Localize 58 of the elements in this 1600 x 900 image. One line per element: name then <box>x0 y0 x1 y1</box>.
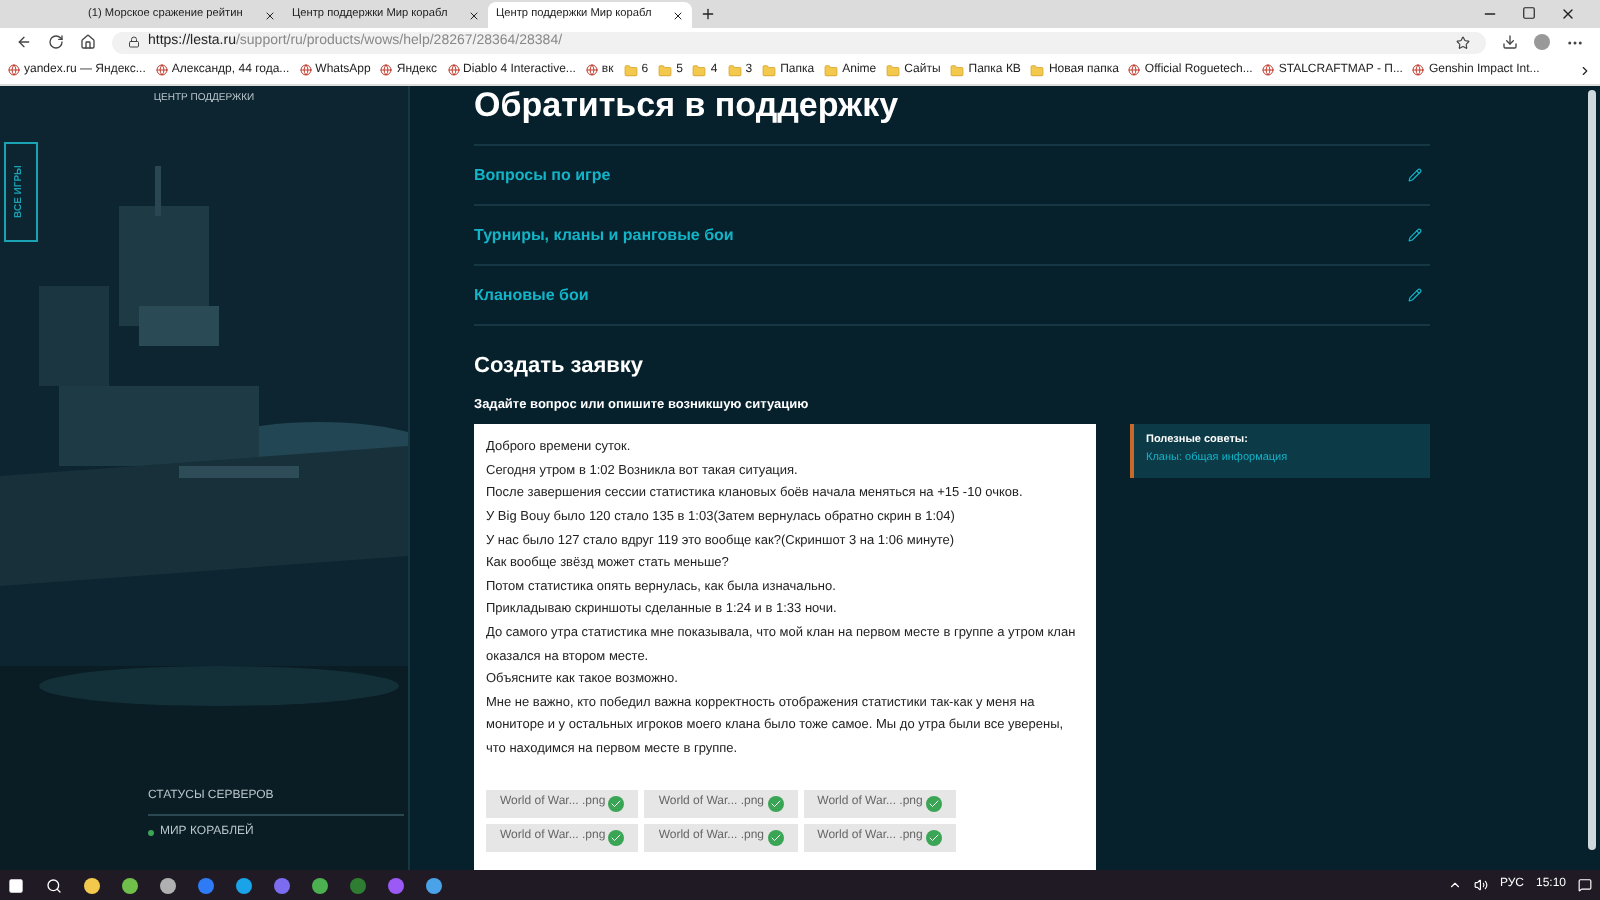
taskbar-app-icon[interactable] <box>122 877 138 893</box>
category-row[interactable]: Турниры, кланы и ранговые бои <box>474 204 1430 264</box>
pencil-icon <box>1408 288 1422 302</box>
check-icon <box>926 829 942 846</box>
new-tab-icon[interactable] <box>700 6 716 22</box>
profile-avatar[interactable] <box>1534 34 1550 50</box>
globe-icon <box>380 64 393 76</box>
notification-icon[interactable] <box>1578 878 1592 892</box>
check-icon <box>608 795 625 812</box>
download-icon[interactable] <box>1502 34 1518 50</box>
maximize-icon[interactable] <box>1522 6 1536 20</box>
volume-icon[interactable] <box>1473 878 1488 892</box>
globe-icon <box>1128 64 1141 76</box>
folder-icon <box>692 63 707 77</box>
taskbar-app-icon[interactable] <box>84 877 100 893</box>
globe-icon <box>1262 64 1275 76</box>
check-icon <box>926 795 942 812</box>
check-icon <box>767 829 784 846</box>
taskbar-app-icon[interactable] <box>312 877 328 893</box>
folder-icon <box>623 63 638 77</box>
globe-icon <box>299 64 312 76</box>
more-bookmarks-icon[interactable] <box>1578 63 1592 77</box>
section-title: Создать заявку <box>474 352 646 382</box>
check-icon <box>767 795 784 812</box>
home-icon[interactable] <box>80 34 96 50</box>
folder-icon <box>727 63 742 77</box>
category-row[interactable]: Клановые бои <box>474 264 1430 324</box>
close-icon[interactable] <box>264 9 276 21</box>
check-icon <box>608 829 625 846</box>
search-icon[interactable] <box>46 877 62 893</box>
lock-icon <box>128 36 140 48</box>
globe-icon <box>1412 64 1425 76</box>
folder-icon <box>824 63 839 77</box>
close-icon[interactable] <box>468 9 480 21</box>
pencil-icon <box>1408 168 1422 182</box>
page-title: Обратиться в поддержку <box>474 88 901 122</box>
start-icon[interactable] <box>8 877 24 893</box>
close-icon[interactable] <box>672 9 684 21</box>
taskbar-app-icon[interactable] <box>426 877 442 893</box>
category-row[interactable]: Вопросы по игре <box>474 144 1430 204</box>
globe-icon <box>8 64 20 76</box>
folder-icon <box>1030 63 1045 77</box>
favorite-icon[interactable] <box>1456 35 1470 49</box>
close-icon[interactable] <box>1560 6 1576 22</box>
scrollbar[interactable] <box>1588 90 1596 850</box>
taskbar-app-icon[interactable] <box>160 877 176 893</box>
back-icon[interactable] <box>16 34 32 50</box>
pencil-icon <box>1408 228 1422 242</box>
folder-icon <box>658 63 673 77</box>
globe-icon <box>447 64 460 76</box>
folder-icon <box>762 63 777 77</box>
folder-icon <box>886 63 901 77</box>
message-field[interactable] <box>474 424 1096 870</box>
globe-icon <box>585 64 598 76</box>
globe-icon <box>155 64 168 76</box>
folder-icon <box>950 63 965 77</box>
reload-icon[interactable] <box>48 34 64 50</box>
taskbar-app-icon[interactable] <box>236 877 252 893</box>
